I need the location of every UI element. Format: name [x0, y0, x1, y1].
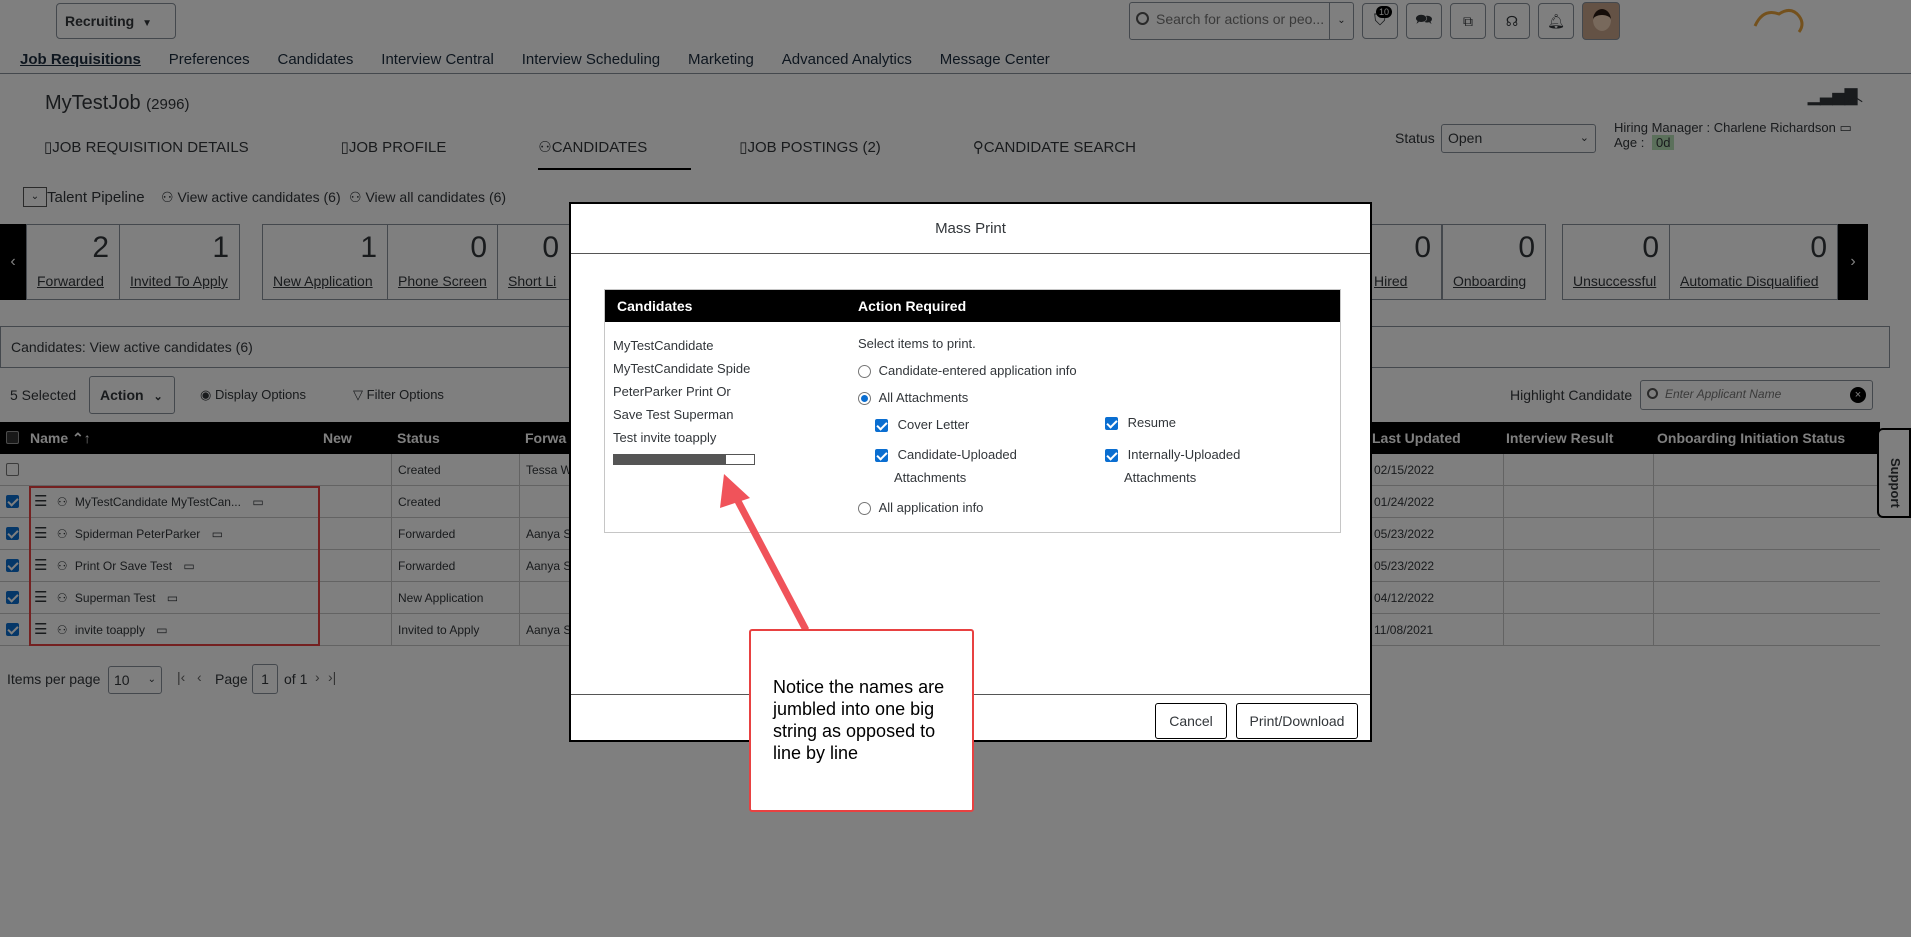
action-required-column-header: Action Required: [858, 298, 967, 314]
candidate-text-line: PeterParker Print Or: [613, 384, 731, 399]
checkbox-internally-uploaded[interactable]: Internally-Uploaded Attachments: [1105, 443, 1240, 489]
print-download-button[interactable]: Print/Download: [1236, 703, 1358, 739]
candidate-text-line: Save Test Superman: [613, 407, 734, 422]
candidate-names-list: MyTestCandidate MyTestCandidate Spide Pe…: [613, 334, 756, 449]
checkbox-cover-letter[interactable]: Cover Letter: [875, 417, 970, 433]
candidates-column-header: Candidates: [617, 298, 693, 314]
annotation-arrow: [720, 474, 810, 632]
checkbox-resume[interactable]: Resume: [1105, 415, 1177, 431]
candidate-text-line: MyTestCandidate: [613, 338, 714, 353]
checkbox-label-cont: Attachments: [1124, 470, 1197, 485]
checkbox-label-cont: Attachments: [894, 470, 967, 485]
candidate-uploaded-checkbox[interactable]: [875, 449, 888, 463]
candidate-text-line: Test invite toapply: [613, 430, 717, 445]
resume-checkbox[interactable]: [1105, 417, 1118, 431]
checkbox-label: Resume: [1127, 415, 1177, 430]
cancel-button[interactable]: Cancel: [1155, 703, 1227, 739]
radio-candidate-entered[interactable]: [858, 365, 871, 379]
candidate-text-line: MyTestCandidate Spide: [613, 361, 751, 376]
option-label: All Attachments: [878, 390, 969, 405]
select-prompt: Select items to print.: [858, 336, 976, 351]
option-label: All application info: [878, 500, 984, 515]
checkbox-candidate-uploaded[interactable]: Candidate-Uploaded Attachments: [875, 443, 1017, 489]
checkbox-label: Internally-Uploaded: [1127, 447, 1241, 462]
callout-text: Notice the names are jumbled into one bi…: [773, 677, 945, 763]
dialog-title: Mass Print: [571, 204, 1370, 254]
panel-header: Candidates Action Required: [605, 290, 1340, 322]
radio-all-attachments[interactable]: [858, 392, 871, 406]
option-all-application[interactable]: All application info: [858, 500, 984, 516]
annotation-callout: Notice the names are jumbled into one bi…: [749, 629, 974, 812]
option-all-attachments[interactable]: All Attachments: [858, 390, 969, 406]
internally-uploaded-checkbox[interactable]: [1105, 449, 1118, 463]
option-label: Candidate-entered application info: [878, 363, 1077, 378]
option-candidate-entered[interactable]: Candidate-entered application info: [858, 363, 1077, 379]
checkbox-label: Cover Letter: [897, 417, 970, 432]
checkbox-label: Candidate-Uploaded: [897, 447, 1017, 462]
radio-all-application[interactable]: [858, 502, 871, 516]
cover-letter-checkbox[interactable]: [875, 419, 888, 433]
